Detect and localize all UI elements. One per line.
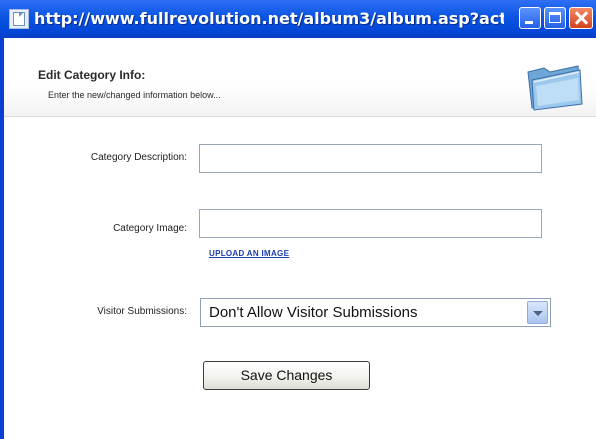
folder-icon [527, 65, 583, 111]
visitor-submissions-select[interactable]: Don't Allow Visitor Submissions [200, 298, 551, 327]
minimize-button[interactable] [519, 7, 541, 29]
title-bar[interactable]: http://www.fullrevolution.net/album3/alb… [0, 0, 596, 38]
upload-image-link[interactable]: UPLOAD AN IMAGE [209, 249, 289, 258]
save-changes-button[interactable]: Save Changes [203, 361, 370, 390]
category-description-label: Category Description: [90, 152, 187, 163]
popup-window: http://www.fullrevolution.net/album3/alb… [0, 0, 596, 439]
maximize-icon [549, 12, 561, 23]
maximize-button[interactable] [544, 7, 566, 29]
header-subtitle: Enter the new/changed information below.… [48, 90, 221, 100]
category-image-input[interactable] [199, 209, 542, 238]
category-image-label: Category Image: [113, 223, 187, 234]
chevron-down-icon[interactable] [527, 301, 548, 324]
visitor-submissions-label: Visitor Submissions: [97, 306, 187, 317]
dialog-content: Edit Category Info: Enter the new/change… [4, 38, 596, 439]
dialog-header: Edit Category Info: Enter the new/change… [4, 38, 596, 117]
visitor-submissions-value: Don't Allow Visitor Submissions [209, 304, 418, 321]
close-button[interactable] [569, 7, 593, 29]
window-title: http://www.fullrevolution.net/album3/alb… [34, 9, 504, 28]
category-description-input[interactable] [199, 144, 542, 173]
page-icon [9, 9, 29, 29]
header-title: Edit Category Info: [38, 68, 146, 82]
minimize-icon [525, 21, 533, 24]
